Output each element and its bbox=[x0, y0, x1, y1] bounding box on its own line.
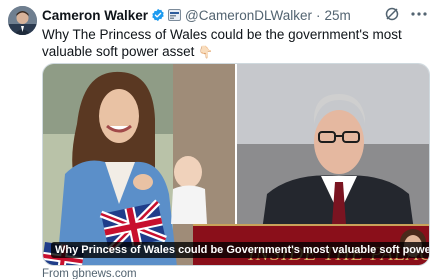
author-name[interactable]: Cameron Walker bbox=[42, 8, 148, 23]
tweet-text: Why The Princess of Wales could be the g… bbox=[42, 26, 430, 61]
card-caption[interactable]: Why Princess of Wales could be Governmen… bbox=[51, 242, 429, 258]
more-options-icon[interactable] bbox=[410, 6, 428, 25]
separator-dot: · bbox=[316, 7, 321, 23]
link-source[interactable]: From gbnews.com bbox=[42, 268, 137, 279]
tweet[interactable]: Cameron Walker @CameronDLWalker · 25m Wh… bbox=[0, 0, 438, 279]
tweet-body: Why The Princess of Wales could be the g… bbox=[42, 27, 402, 59]
verified-badge-icon bbox=[151, 8, 165, 22]
affiliation-badge-icon bbox=[168, 9, 182, 21]
link-card[interactable]: INSIDE THE PALACE Why Princess of Wales … bbox=[42, 63, 430, 266]
author-avatar[interactable] bbox=[8, 6, 37, 35]
pointing-down-emoji: 👇🏻 bbox=[198, 45, 214, 59]
card-image: INSIDE THE PALACE bbox=[43, 64, 429, 265]
grok-icon[interactable] bbox=[384, 6, 400, 25]
timestamp[interactable]: 25m bbox=[325, 8, 351, 23]
header-actions bbox=[384, 6, 428, 25]
tweet-header: Cameron Walker @CameronDLWalker · 25m bbox=[42, 6, 430, 24]
author-handle[interactable]: @CameronDLWalker bbox=[185, 8, 312, 23]
